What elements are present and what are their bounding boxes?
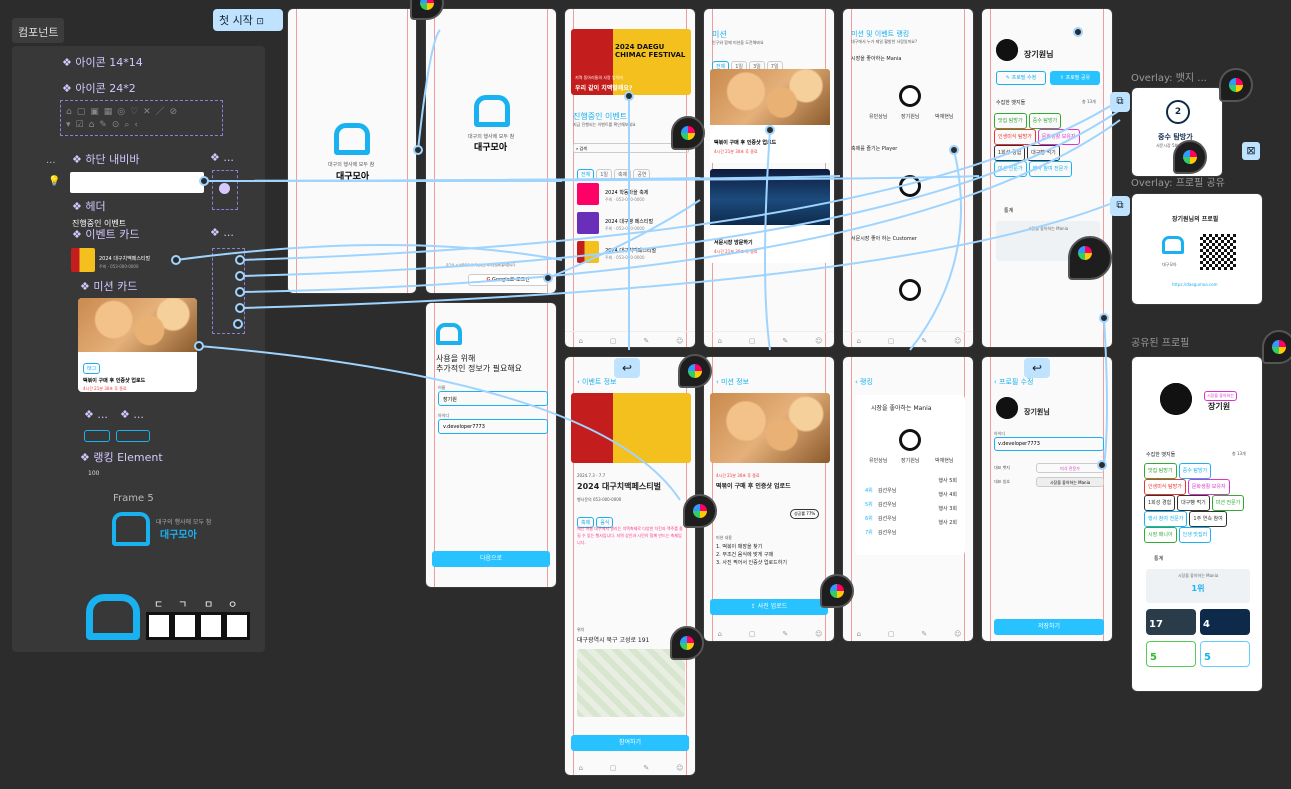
wire-node-3	[235, 255, 245, 265]
comment-avatar-icon[interactable]	[1219, 68, 1253, 102]
wire-node-1	[199, 176, 209, 186]
back-flow-icon-1[interactable]: ↩	[614, 358, 640, 378]
wire-node-10	[543, 273, 553, 283]
comment-avatar-icon[interactable]	[671, 116, 705, 150]
comment-avatar-icon[interactable]	[670, 626, 704, 660]
back-flow-icon-2[interactable]: ↩	[1024, 358, 1050, 378]
prototype-wires	[171, 27, 1121, 501]
wire-14	[764, 129, 771, 351]
comment-avatar-icon[interactable]	[1262, 330, 1291, 364]
wire-node-13	[949, 145, 959, 155]
comment-avatar-icon[interactable]	[683, 494, 717, 528]
wire-node-6	[235, 303, 245, 313]
wire-node-4	[235, 271, 245, 281]
wire-node-5	[235, 287, 245, 297]
wire-11	[417, 29, 441, 151]
comment-avatar-icon[interactable]	[1173, 140, 1207, 174]
wire-node-8	[194, 341, 204, 351]
wire-10	[198, 345, 681, 501]
overlay-flow-icon-1[interactable]: ⧉	[1110, 92, 1130, 112]
comment-avatar-icon[interactable]	[678, 354, 712, 388]
wire-node-16	[1097, 460, 1107, 470]
wire-node-15	[1099, 313, 1109, 323]
wire-node-9	[413, 145, 423, 155]
comment-avatar-icon[interactable]	[820, 574, 854, 608]
overlay-flow-icon-2[interactable]: ⧉	[1110, 196, 1130, 216]
wire-node-7	[233, 319, 243, 329]
wire-5	[175, 244, 563, 261]
comment-avatar-icon[interactable]	[1068, 236, 1112, 280]
wire-16	[1103, 317, 1108, 466]
wire-node-12	[765, 125, 775, 135]
wire-node-2	[171, 255, 181, 265]
wire-node-11	[624, 91, 634, 101]
wire-node-14	[1073, 27, 1083, 37]
